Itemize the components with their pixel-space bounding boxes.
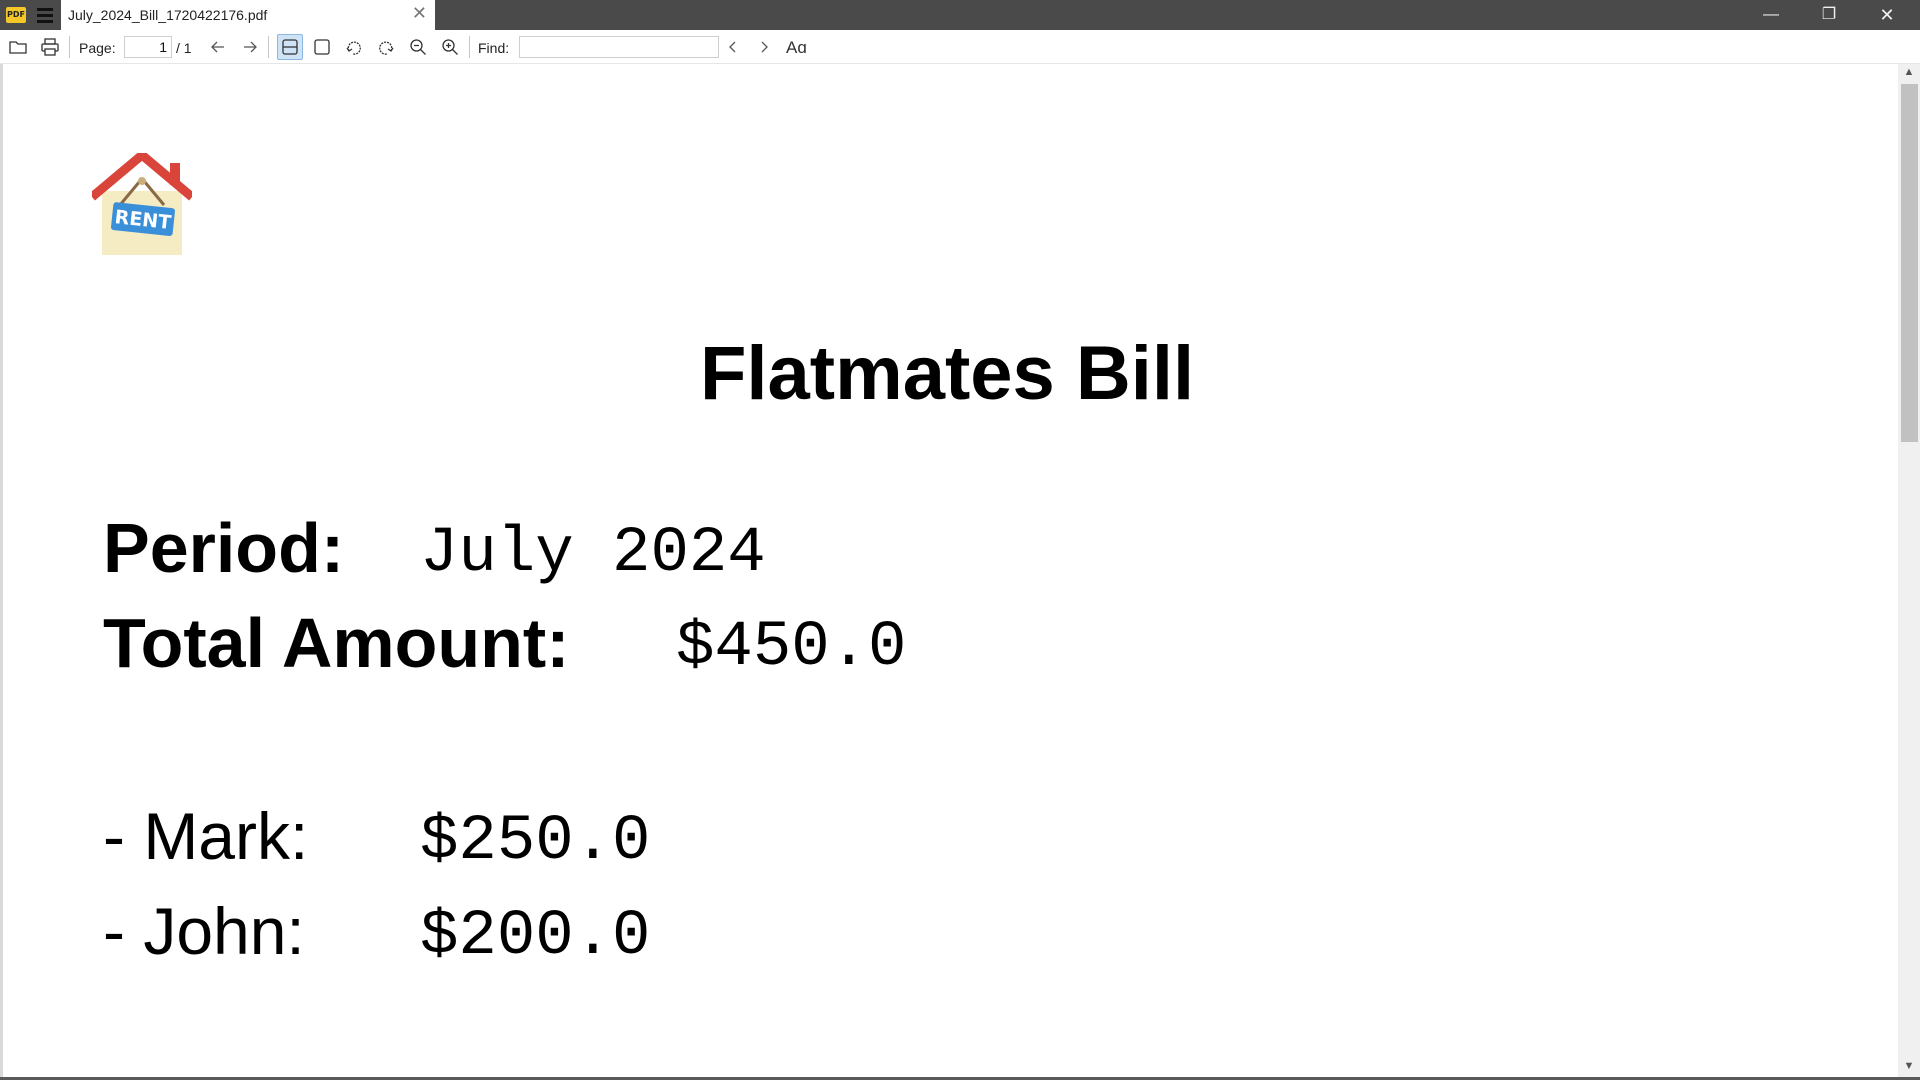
page-total: / 1 <box>176 40 192 56</box>
page-number-input[interactable]: 1 <box>124 36 172 58</box>
flatmate-amount: $200.0 <box>420 901 651 973</box>
toolbar: Page: 1 / 1 Find: Aɑ <box>0 30 1920 64</box>
match-case-button[interactable]: Aɑ <box>786 38 807 58</box>
find-input[interactable] <box>519 36 719 58</box>
scroll-down-icon[interactable]: ▼ <box>1898 1060 1920 1076</box>
house-rent-icon: RENT <box>92 153 192 255</box>
fit-width-icon[interactable] <box>277 34 303 60</box>
minimize-button[interactable]: — <box>1742 0 1800 30</box>
app-logo-icon: PDF <box>6 7 26 23</box>
next-page-icon[interactable] <box>237 34 263 60</box>
find-next-icon[interactable] <box>751 34 777 60</box>
toolbar-separator <box>268 36 269 58</box>
print-icon[interactable] <box>37 34 63 60</box>
toolbar-separator <box>69 36 70 58</box>
scroll-up-icon[interactable]: ▲ <box>1898 66 1920 82</box>
total-amount-value: $450.0 <box>676 612 907 684</box>
find-prev-icon[interactable] <box>720 34 746 60</box>
rotate-right-icon[interactable] <box>373 34 399 60</box>
maximize-button[interactable]: ❐ <box>1800 0 1858 30</box>
close-window-button[interactable]: ✕ <box>1858 0 1916 30</box>
tab-title: July_2024_Bill_1720422176.pdf <box>68 7 268 23</box>
zoom-in-icon[interactable] <box>437 34 463 60</box>
rotate-left-icon[interactable] <box>341 34 367 60</box>
document-tab[interactable]: July_2024_Bill_1720422176.pdf ✕ <box>61 0 435 30</box>
flatmate-amount: $250.0 <box>420 806 651 878</box>
page-title: Flatmates Bill <box>700 331 1195 416</box>
vertical-scrollbar[interactable]: ▲ ▼ <box>1898 64 1920 1078</box>
zoom-out-icon[interactable] <box>405 34 431 60</box>
flatmate-name: - Mark: <box>103 799 309 873</box>
period-value: July 2024 <box>420 518 766 590</box>
find-label: Find: <box>478 40 510 56</box>
scrollbar-thumb[interactable] <box>1901 84 1918 442</box>
prev-page-icon[interactable] <box>205 34 231 60</box>
open-folder-icon[interactable] <box>5 34 31 60</box>
total-amount-label: Total Amount: <box>103 604 570 682</box>
toolbar-separator <box>469 36 470 58</box>
tab-close-icon[interactable]: ✕ <box>412 3 427 24</box>
hamburger-menu-icon[interactable] <box>33 4 57 26</box>
page-label: Page: <box>79 40 116 56</box>
fit-page-icon[interactable] <box>309 34 335 60</box>
flatmate-name: - John: <box>103 894 305 968</box>
period-label: Period: <box>103 509 345 587</box>
title-bar: PDF July_2024_Bill_1720422176.pdf ✕ — ❐ … <box>0 0 1920 30</box>
